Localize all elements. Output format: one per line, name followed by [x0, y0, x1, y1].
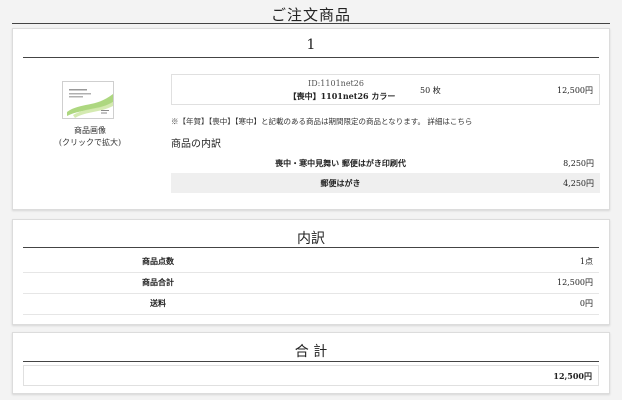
table-row: 喪中・寒中見舞い 郵便はがき印刷代 8,250円 — [171, 153, 600, 173]
sub-item-name: 郵便はがき — [320, 177, 361, 188]
breakdown-card: 内訳 商品点数 1点 商品合計 12,500円 送料 0円 — [12, 219, 610, 325]
total-amount: 12,500円 — [23, 365, 599, 386]
item-id: ID:1101net26 — [308, 79, 364, 88]
seasonal-notice-text: ※【年賀】【喪中】【寒中】と記載のある商品は期間限定の商品となります。 — [171, 117, 426, 126]
page-title-divider — [12, 23, 610, 24]
order-item-index: 1 — [306, 37, 316, 53]
details-link[interactable]: 詳細はこちら — [427, 117, 472, 126]
table-row: 郵便はがき 4,250円 — [171, 173, 600, 193]
order-item-card: 1 商品画像 (クリックで拡大) ID:1101net26 【喪中】1101ne… — [12, 28, 610, 210]
thumbnail-zoom-hint: (クリックで拡大) — [58, 138, 122, 147]
breakdown-value: 1点 — [293, 251, 599, 273]
table-row: 商品合計 12,500円 — [23, 272, 599, 294]
table-row: 送料 0円 — [23, 293, 599, 315]
order-item-row: ID:1101net26 【喪中】1101net26 カラー 50 枚 12,5… — [171, 74, 600, 105]
total-divider — [23, 361, 599, 362]
breakdown-divider — [23, 247, 599, 248]
breakdown-value: 12,500円 — [293, 272, 599, 294]
breakdown-table: 商品点数 1点 商品合計 12,500円 送料 0円 — [23, 251, 599, 315]
sub-item-price: 8,250円 — [563, 158, 594, 168]
breakdown-label: 送料 — [23, 293, 293, 315]
item-quantity: 50 枚 — [420, 86, 441, 95]
product-thumbnail-image — [63, 82, 113, 118]
breakdown-value: 0円 — [293, 293, 599, 315]
total-title: 合 計 — [294, 344, 328, 360]
item-breakdown-heading: 商品の内訳 — [171, 139, 221, 150]
product-thumbnail[interactable] — [62, 81, 114, 119]
sub-item-name: 喪中・寒中見舞い 郵便はがき印刷代 — [275, 157, 406, 168]
thumbnail-caption: 商品画像 — [74, 126, 106, 135]
item-name: 【喪中】1101net26 カラー — [288, 91, 396, 101]
order-item-divider — [23, 57, 599, 58]
table-row: 商品点数 1点 — [23, 251, 599, 273]
item-price: 12,500円 — [557, 86, 593, 95]
page-title: ご注文商品 — [270, 6, 351, 24]
item-breakdown-table: 喪中・寒中見舞い 郵便はがき印刷代 8,250円 郵便はがき 4,250円 — [171, 153, 600, 193]
breakdown-title: 内訳 — [297, 231, 325, 247]
sub-item-price: 4,250円 — [563, 178, 594, 188]
breakdown-label: 商品点数 — [23, 251, 293, 273]
total-card: 合 計 12,500円 — [12, 332, 610, 394]
breakdown-label: 商品合計 — [23, 272, 293, 294]
seasonal-notice: ※【年賀】【喪中】【寒中】と記載のある商品は期間限定の商品となります。 詳細はこ… — [171, 116, 472, 127]
